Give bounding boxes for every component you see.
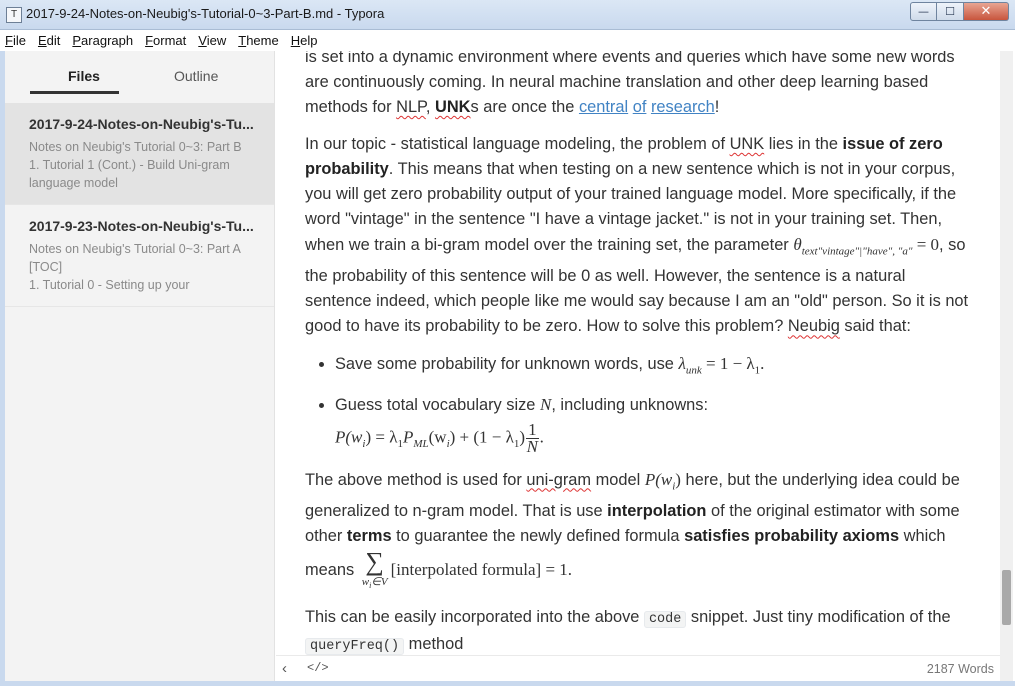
bullet-list: Save some probability for unknown words,… bbox=[335, 351, 975, 456]
title-bar: T 2017-9-24-Notes-on-Neubig's-Tutorial-0… bbox=[0, 0, 1015, 30]
minimize-button[interactable]: — bbox=[910, 2, 937, 21]
link-research[interactable]: research bbox=[651, 98, 715, 116]
inline-math: P(wi) bbox=[644, 469, 681, 492]
inline-math: λunk = 1 − λ1. bbox=[678, 354, 765, 377]
sidebar-tabs: Files Outline bbox=[5, 51, 274, 103]
document-content: is set into a dynamic environment where … bbox=[305, 51, 975, 655]
menu-view[interactable]: View bbox=[198, 33, 226, 48]
close-button[interactable]: ✕ bbox=[964, 2, 1009, 21]
menu-help[interactable]: Help bbox=[291, 33, 318, 48]
window-frame-bottom bbox=[0, 681, 1015, 686]
link-of[interactable]: of bbox=[633, 98, 647, 116]
file-title: 2017-9-23-Notes-on-Neubig's-Tu... bbox=[29, 218, 254, 234]
paragraph: The above method is used for uni-gram mo… bbox=[305, 469, 960, 591]
scroll-thumb[interactable] bbox=[1002, 570, 1011, 625]
list-item: Guess total vocabulary size N, including… bbox=[335, 392, 975, 457]
paragraph: is set into a dynamic environment where … bbox=[305, 51, 955, 116]
editor-scrollbar[interactable] bbox=[1000, 51, 1013, 681]
link-central[interactable]: central bbox=[579, 98, 628, 116]
paragraph: This can be easily incorporated into the… bbox=[305, 608, 951, 655]
typora-app-icon: T bbox=[6, 7, 22, 23]
inline-math: θtext"vintage"|"have", "a" = 0 bbox=[793, 235, 940, 258]
inline-code: code bbox=[643, 611, 687, 629]
status-bar: ‹ </> 2187 Words bbox=[276, 655, 1000, 681]
maximize-button[interactable]: ☐ bbox=[937, 2, 964, 21]
window-title: 2017-9-24-Notes-on-Neubig's-Tutorial-0~3… bbox=[26, 6, 385, 21]
source-mode-icon[interactable]: </> bbox=[307, 661, 329, 675]
active-tab-indicator bbox=[30, 91, 119, 94]
tab-outline[interactable]: Outline bbox=[174, 68, 218, 84]
word-count[interactable]: 2187 Words bbox=[927, 662, 994, 676]
list-item: Save some probability for unknown words,… bbox=[335, 351, 975, 383]
file-excerpt: Notes on Neubig's Tutorial 0~3: Part B 1… bbox=[29, 140, 242, 190]
file-list-item[interactable]: 2017-9-24-Notes-on-Neubig's-Tu... Notes … bbox=[5, 103, 274, 205]
menu-format[interactable]: Format bbox=[145, 33, 186, 48]
window-controls: — ☐ ✕ bbox=[910, 2, 1009, 22]
sidebar: Files Outline 2017-9-24-Notes-on-Neubig'… bbox=[5, 51, 275, 681]
inline-code: queryFreq() bbox=[305, 638, 405, 655]
menu-bar: File Edit Paragraph Format View Theme He… bbox=[0, 30, 1015, 51]
paragraph: In our topic - statistical language mode… bbox=[305, 135, 969, 336]
tab-files[interactable]: Files bbox=[68, 68, 100, 84]
editor-pane[interactable]: is set into a dynamic environment where … bbox=[276, 51, 1000, 655]
menu-edit[interactable]: Edit bbox=[38, 33, 60, 48]
toggle-sidebar-icon[interactable]: ‹ bbox=[282, 660, 287, 677]
display-math: P(wi) = λ1PML(wi) + (1 − λ1) 1 N. bbox=[335, 419, 544, 456]
file-list-item[interactable]: 2017-9-23-Notes-on-Neubig's-Tu... Notes … bbox=[5, 205, 274, 307]
menu-file[interactable]: File bbox=[5, 33, 26, 48]
menu-paragraph[interactable]: Paragraph bbox=[72, 33, 133, 48]
file-title: 2017-9-24-Notes-on-Neubig's-Tu... bbox=[29, 116, 254, 132]
file-excerpt: Notes on Neubig's Tutorial 0~3: Part A [… bbox=[29, 242, 241, 292]
menu-theme[interactable]: Theme bbox=[238, 33, 278, 48]
inline-math: ∑ wi∈V [interpolated formula] = 1. bbox=[361, 546, 573, 591]
